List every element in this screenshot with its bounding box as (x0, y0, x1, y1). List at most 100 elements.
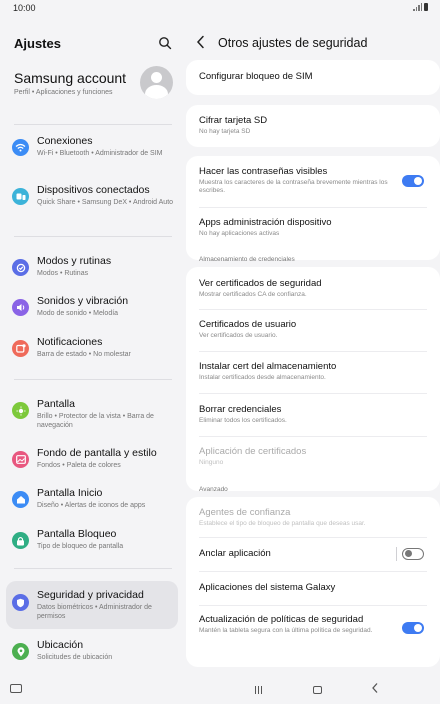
sidebar-item-label: Notificaciones (37, 336, 103, 348)
status-time: 10:00 (13, 3, 36, 13)
divider (14, 124, 172, 125)
row-subtitle: Eliminar todos los certificados. (199, 417, 287, 424)
row-subtitle: Mantén la tableta segura con la última p… (199, 627, 373, 634)
row-title: Configurar bloqueo de SIM (199, 71, 313, 82)
sidebar-item-subtitle: Barra de estado • No molestar (37, 351, 131, 358)
sidebar-item-security[interactable]: Seguridad y privacidad Datos biométricos… (6, 581, 178, 629)
divider (199, 537, 427, 538)
row-subtitle: Mostrar certificados CA de confianza. (199, 291, 307, 298)
toggle-separator (396, 547, 397, 561)
row-subtitle: Instalar certificados desde almacenamien… (199, 374, 326, 381)
sidebar-item-label: Seguridad y privacidad (37, 589, 144, 601)
row-title: Cifrar tarjeta SD (199, 115, 268, 126)
trust-agents-item: Agentes de confianza Establece el tipo d… (199, 507, 429, 528)
settings-title: Ajustes (14, 36, 61, 51)
row-title: Borrar credenciales (199, 404, 282, 415)
sidebar-item-label: Fondo de pantalla y estilo (37, 447, 157, 459)
row-title: Aplicación de certificados (199, 446, 307, 457)
sidebar-item-subtitle: Datos biométricos • Administrador de per… (37, 604, 152, 620)
sidebar-item-subtitle: Brillo • Protector de la vista • Barra d… (37, 413, 154, 429)
sidebar-item-lock-screen[interactable]: Pantalla Bloqueo Tipo de bloqueo de pant… (6, 528, 178, 554)
sidebar-item-subtitle: Fondos • Paleta de colores (37, 462, 121, 469)
sidebar-item-display[interactable]: Pantalla Brillo • Protector de la vista … (6, 398, 178, 432)
row-title: Certificados de usuario (199, 319, 297, 330)
sidebar-item-label: Sonidos y vibración (37, 295, 129, 307)
row-title: Actualización de políticas de seguridad (199, 614, 364, 625)
status-bar: 10:00 (0, 0, 440, 16)
cert-app-item: Aplicación de certificados Ninguno (199, 446, 429, 467)
home-button[interactable] (313, 686, 322, 694)
wallpaper-icon (12, 451, 29, 468)
row-title: Agentes de confianza (199, 507, 291, 518)
sidebar-item-modes[interactable]: Modos y rutinas Modos • Rutinas (6, 255, 178, 281)
avatar[interactable] (140, 66, 173, 99)
security-policy-updates-item[interactable]: Actualización de políticas de seguridad … (199, 614, 395, 635)
battery-icon (424, 3, 428, 11)
row-subtitle: Ninguno (199, 459, 224, 466)
encrypt-sd-item[interactable]: Cifrar tarjeta SD No hay tarjeta SD (199, 115, 429, 136)
lock-screen-icon (12, 532, 29, 549)
galaxy-system-apps-item[interactable]: Aplicaciones del sistema Galaxy (199, 582, 429, 594)
view-security-certs-item[interactable]: Ver certificados de seguridad Mostrar ce… (199, 278, 429, 299)
sidebar-item-label: Pantalla (37, 398, 75, 410)
keyboard-icon[interactable] (10, 684, 22, 693)
notifications-icon (12, 340, 29, 357)
sidebar-item-location[interactable]: Ubicación Solicitudes de ubicación (6, 639, 178, 665)
card-sim: Configurar bloqueo de SIM (186, 60, 440, 95)
settings-list-panel: Ajustes Samsung account Perfil • Aplicac… (0, 16, 183, 674)
sidebar-item-subtitle: Quick Share • Samsung DeX • Android Auto (37, 199, 174, 206)
card-credentials: Ver certificados de seguridad Mostrar ce… (186, 267, 440, 491)
row-subtitle: Ver certificados de usuario. (199, 332, 278, 339)
sidebar-item-subtitle: Modo de sonido • Melodía (37, 310, 119, 317)
shield-icon (12, 594, 29, 611)
sidebar-item-label: Conexiones (37, 135, 93, 147)
pin-app-item[interactable]: Anclar aplicación (199, 548, 389, 560)
modes-icon (12, 259, 29, 276)
sidebar-item-connections[interactable]: Conexiones Wi-Fi • Bluetooth • Administr… (6, 135, 178, 169)
card-passwords: Hacer las contraseñas visibles Muestra l… (186, 156, 440, 260)
divider (199, 393, 427, 394)
row-subtitle: Muestra los caracteres de la contraseña … (199, 179, 388, 194)
sidebar-item-subtitle: Solicitudes de ubicación (37, 654, 113, 661)
back-arrow-icon[interactable] (196, 35, 205, 49)
user-certs-item[interactable]: Certificados de usuario Ver certificados… (199, 319, 429, 340)
row-subtitle: No hay tarjeta SD (199, 128, 251, 135)
navigation-bar (0, 674, 440, 704)
wifi-icon (12, 139, 29, 156)
recents-button[interactable] (255, 686, 262, 694)
card-sd: Cifrar tarjeta SD No hay tarjeta SD (186, 105, 440, 147)
location-icon (12, 643, 29, 660)
sim-lock-item[interactable]: Configurar bloqueo de SIM (199, 71, 429, 83)
divider (199, 207, 427, 208)
search-icon[interactable] (158, 36, 172, 50)
home-screen-icon (12, 491, 29, 508)
clear-credentials-item[interactable]: Borrar credenciales Eliminar todos los c… (199, 404, 429, 425)
sound-icon (12, 299, 29, 316)
sidebar-item-label: Dispositivos conectados (37, 184, 150, 196)
row-title: Ver certificados de seguridad (199, 278, 322, 289)
back-button[interactable] (371, 682, 379, 694)
divider (199, 351, 427, 352)
sidebar-item-home-screen[interactable]: Pantalla Inicio Diseño • Alertas de icon… (6, 487, 178, 513)
sidebar-item-label: Pantalla Bloqueo (37, 528, 117, 540)
divider (199, 309, 427, 310)
sidebar-item-notifications[interactable]: Notificaciones Barra de estado • No mole… (6, 336, 178, 362)
passwords-visible-toggle[interactable] (402, 175, 424, 187)
card-advanced: Agentes de confianza Establece el tipo d… (186, 497, 440, 667)
section-header-advanced: Avanzado (199, 486, 228, 493)
pin-app-toggle[interactable] (402, 548, 424, 560)
security-policy-toggle[interactable] (402, 622, 424, 634)
passwords-visible-item[interactable]: Hacer las contraseñas visibles Muestra l… (199, 166, 395, 195)
device-admin-apps-item[interactable]: Apps administración dispositivo No hay a… (199, 217, 429, 238)
sidebar-item-connected-devices[interactable]: Dispositivos conectados Quick Share • Sa… (6, 184, 178, 218)
row-subtitle: No hay aplicaciones activas (199, 230, 280, 237)
sidebar-item-wallpaper[interactable]: Fondo de pantalla y estilo Fondos • Pale… (6, 447, 178, 473)
sidebar-item-label: Ubicación (37, 639, 84, 651)
page-title: Otros ajustes de seguridad (218, 36, 368, 50)
connected-devices-icon (12, 188, 29, 205)
install-cert-item[interactable]: Instalar cert del almacenamiento Instala… (199, 361, 429, 382)
divider (199, 605, 427, 606)
divider (199, 571, 427, 572)
sidebar-item-sounds[interactable]: Sonidos y vibración Modo de sonido • Mel… (6, 295, 178, 321)
row-title: Hacer las contraseñas visibles (199, 166, 328, 177)
